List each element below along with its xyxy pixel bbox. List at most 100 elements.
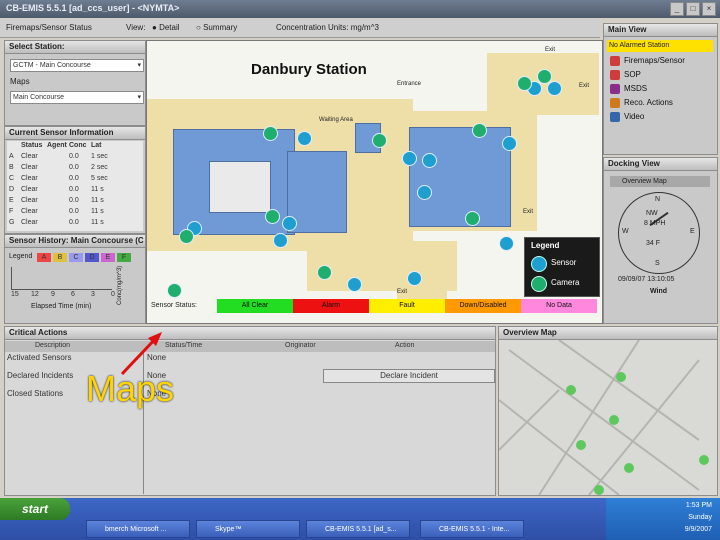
declare-incident-button[interactable]: Declare Incident	[323, 369, 495, 383]
start-button[interactable]: start	[0, 498, 70, 520]
history-legend-item: B	[53, 253, 67, 262]
sensor-icon[interactable]	[273, 233, 288, 248]
taskbar-task[interactable]: Skype™	[196, 520, 300, 538]
station-map[interactable]: Danbury Station Entrance Waiting Area Ex…	[146, 40, 603, 324]
select-station-panel: Select Station: GCTM - Main Concourse Ma…	[4, 40, 146, 126]
caption-arrow	[120, 332, 162, 376]
sensor-table-cell[interactable]: 11 s	[91, 186, 104, 193]
history-x-tick: 12	[31, 291, 39, 298]
camera-legend-icon	[531, 276, 547, 292]
detail-radio[interactable]: ● Detail	[152, 23, 180, 32]
overview-map-tab[interactable]: Overview Map	[610, 176, 710, 187]
critical-actions-header-row: Description Status/Time Originator Action	[5, 341, 495, 352]
main-view-item[interactable]: MSDS	[610, 84, 647, 94]
sensor-icon[interactable]	[547, 81, 562, 96]
map-select[interactable]: Main Concourse	[10, 91, 144, 104]
main-view-item[interactable]: Firemaps/Sensor	[610, 56, 685, 66]
sensor-table-cell[interactable]: 0.0	[69, 153, 79, 160]
overview-map-panel: Overview Map	[498, 326, 718, 496]
camera-icon[interactable]	[167, 283, 182, 298]
sensor-table-cell[interactable]: 11 s	[91, 219, 104, 226]
camera-icon[interactable]	[317, 265, 332, 280]
sensor-table-cell[interactable]: 0.0	[69, 219, 79, 226]
sensor-icon[interactable]	[402, 151, 417, 166]
sensor-table-cell[interactable]: 5 sec	[91, 175, 108, 182]
critical-actions-header: Action	[395, 342, 415, 349]
camera-icon[interactable]	[517, 76, 532, 91]
wind-speed: 8 MPH	[644, 220, 666, 227]
sensor-table-cell[interactable]: G	[9, 219, 14, 226]
camera-icon[interactable]	[372, 133, 387, 148]
sensor-table-cell[interactable]: 0.0	[69, 186, 79, 193]
camera-icon[interactable]	[472, 123, 487, 138]
history-xlabel: Elapsed Time (min)	[31, 303, 92, 310]
sensor-table-cell[interactable]: 0.0	[69, 208, 79, 215]
sensor-table-cell[interactable]: 11 s	[91, 197, 104, 204]
sensor-table-cell[interactable]: Clear	[21, 175, 38, 182]
sensor-table-cell[interactable]: D	[9, 186, 14, 193]
sensor-table-cell[interactable]: C	[9, 175, 14, 182]
units-label: Concentration Units: mg/m^3	[276, 23, 379, 32]
main-view-item[interactable]: Reco. Actions	[610, 98, 673, 108]
overview-street-map[interactable]	[499, 340, 717, 495]
sensor-icon[interactable]	[502, 136, 517, 151]
sensor-table-cell[interactable]: 1 sec	[91, 153, 108, 160]
camera-icon[interactable]	[265, 209, 280, 224]
sensor-table-header: Status	[21, 142, 43, 149]
detail-radio-label: Detail	[159, 23, 180, 32]
critical-actions-panel: Critical Actions Description Status/Time O…	[4, 326, 496, 496]
station-select[interactable]: GCTM - Main Concourse	[10, 59, 144, 72]
sensor-icon[interactable]	[417, 185, 432, 200]
wind-direction: NW	[646, 210, 658, 217]
taskbar-task[interactable]: bmerch Microsoft ...	[86, 520, 190, 538]
sensor-history-title: Sensor History: Main Concourse (C	[5, 235, 145, 248]
sensor-table-cell[interactable]: Clear	[21, 197, 38, 204]
sensor-table-cell[interactable]: F	[9, 208, 13, 215]
sensor-table-cell[interactable]: 2 sec	[91, 164, 108, 171]
sensor-icon[interactable]	[499, 236, 514, 251]
sensor-table-cell[interactable]: E	[9, 197, 14, 204]
alarm-status[interactable]: No Alarmed Station	[607, 40, 713, 52]
sensor-icon[interactable]	[347, 277, 362, 292]
taskbar-task[interactable]: CB-EMIS 5.5.1 - Inte...	[420, 520, 524, 538]
minimize-button[interactable]: _	[670, 2, 684, 16]
legend-sensor-label: Sensor	[551, 258, 577, 267]
sensor-table-header: Conc	[69, 142, 87, 149]
sensor-table-cell[interactable]: Clear	[21, 164, 38, 171]
sensor-table-cell[interactable]: Clear	[21, 186, 38, 193]
history-legend: ABCDEF	[37, 253, 143, 263]
summary-radio[interactable]: ○ Summary	[196, 23, 237, 32]
sensor-table-cell[interactable]: Clear	[21, 153, 38, 160]
sensor-icon[interactable]	[407, 271, 422, 286]
status-chip: Alarm	[293, 299, 369, 313]
sensor-table-cell[interactable]: 0.0	[69, 164, 79, 171]
compass-w: W	[622, 228, 629, 235]
status-chip: All Clear	[217, 299, 293, 313]
docking-view-title: Docking View	[604, 158, 717, 171]
taskbar-task[interactable]: CB-EMIS 5.5.1 [ad_s...	[306, 520, 410, 538]
sensor-table-cell[interactable]: Clear	[21, 219, 38, 226]
sensor-table-cell[interactable]: A	[9, 153, 14, 160]
sensor-icon[interactable]	[422, 153, 437, 168]
status-chip: No Data	[521, 299, 597, 313]
sensor-table-cell[interactable]: B	[9, 164, 14, 171]
maximize-button[interactable]: □	[686, 2, 700, 16]
sensor-table-cell[interactable]: 0.0	[69, 175, 79, 182]
sensor-table-header: Lat	[91, 142, 102, 149]
sensor-icon[interactable]	[297, 131, 312, 146]
main-view-item[interactable]: SOP	[610, 70, 641, 80]
sensor-table-cell[interactable]: 0.0	[69, 197, 79, 204]
camera-icon[interactable]	[465, 211, 480, 226]
sensor-table-cell[interactable]: 11 s	[91, 208, 104, 215]
exit-label-1: Exit	[545, 47, 556, 53]
camera-icon[interactable]	[537, 69, 552, 84]
map-title: Danbury Station	[251, 61, 367, 78]
sensor-icon[interactable]	[282, 216, 297, 231]
sensor-table-cell[interactable]: Clear	[21, 208, 38, 215]
camera-icon[interactable]	[179, 229, 194, 244]
entrance-label: Entrance	[397, 81, 422, 87]
close-button[interactable]: ×	[702, 2, 716, 16]
system-tray: 1:53 PM Sunday 9/9/2007	[606, 498, 720, 540]
camera-icon[interactable]	[263, 126, 278, 141]
main-view-item[interactable]: Video	[610, 112, 644, 122]
